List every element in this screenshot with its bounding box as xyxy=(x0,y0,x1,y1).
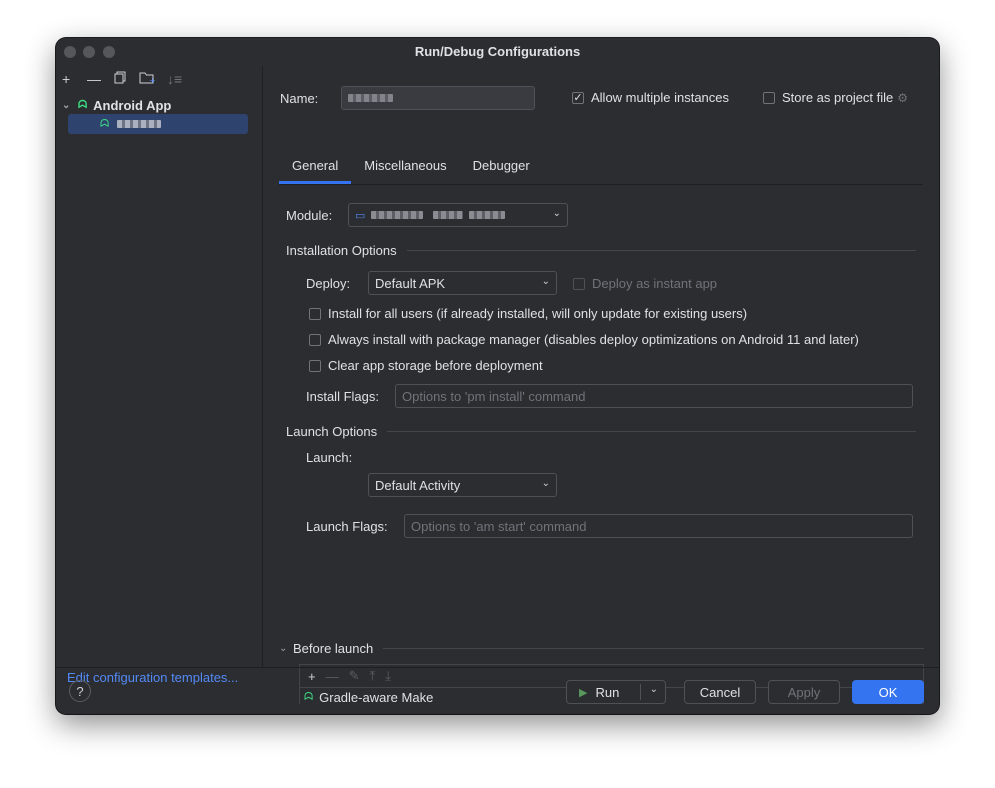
section-divider xyxy=(383,648,924,649)
dialog-button-bar: ? ▶ Run ⌄ Cancel Apply OK xyxy=(56,667,939,714)
add-icon[interactable]: + xyxy=(62,71,70,87)
chevron-down-icon[interactable]: ⌄ xyxy=(553,208,561,219)
launch-label: Launch: xyxy=(306,450,353,465)
tree-configuration-item[interactable]: ᗣ xyxy=(68,114,248,134)
play-icon: ▶ xyxy=(579,686,588,699)
configuration-tree-panel: + — + ↓≡ ⌄ ᗣ Android App ᗣ Edit configur… xyxy=(56,66,263,685)
install-all-users-checkbox[interactable]: Install for all users (if already instal… xyxy=(309,306,747,321)
module-select[interactable]: ▭ ⌄ xyxy=(348,203,568,227)
gear-icon[interactable]: ⚙ xyxy=(897,91,908,105)
title-bar: Run/Debug Configurations xyxy=(56,38,939,66)
deploy-select[interactable]: Default APK ⌄ xyxy=(368,271,557,295)
installation-options-title: Installation Options xyxy=(286,243,397,258)
sort-icon[interactable]: ↓≡ xyxy=(167,71,182,87)
run-button[interactable]: ▶ Run ⌄ xyxy=(566,680,666,704)
launch-value: Default Activity xyxy=(375,477,461,493)
checkbox-box[interactable] xyxy=(573,277,585,290)
redacted-module-part xyxy=(469,211,506,219)
module-label: Module: xyxy=(286,208,333,223)
deploy-instant-app-checkbox[interactable]: Deploy as instant app xyxy=(573,276,717,291)
allow-multiple-instances-checkbox[interactable]: ✓ Allow multiple instances xyxy=(572,90,729,105)
tab-debugger[interactable]: Debugger xyxy=(460,152,543,182)
launch-flags-label: Launch Flags: xyxy=(306,519,388,534)
install-flags-placeholder: Options to 'pm install' command xyxy=(402,388,586,404)
install-all-users-label: Install for all users (if already instal… xyxy=(328,306,748,321)
redacted-module-part xyxy=(371,211,424,219)
before-launch-title: Before launch xyxy=(293,641,374,656)
configuration-editor: Name: ✓ Allow multiple instances Store a… xyxy=(263,66,939,705)
cancel-button[interactable]: Cancel xyxy=(684,680,756,704)
chevron-down-icon[interactable]: ⌄ xyxy=(279,643,289,654)
name-field[interactable] xyxy=(341,86,535,110)
store-as-project-file-checkbox[interactable]: Store as project file ⚙ xyxy=(763,90,908,105)
chevron-down-icon[interactable]: ⌄ xyxy=(62,100,72,111)
installation-options-section: Installation Options xyxy=(286,243,916,258)
chevron-down-icon[interactable]: ⌄ xyxy=(542,478,550,489)
store-as-project-file-label: Store as project file xyxy=(782,90,894,105)
svg-text:+: + xyxy=(149,76,155,84)
section-divider xyxy=(406,250,916,251)
tree-android-app-label: Android App xyxy=(93,97,172,113)
new-folder-icon[interactable]: + xyxy=(139,71,156,87)
chevron-down-icon[interactable]: ⌄ xyxy=(650,684,658,695)
redacted-module-part xyxy=(433,211,464,219)
deploy-value: Default APK xyxy=(375,275,446,291)
before-launch-section[interactable]: ⌄ Before launch xyxy=(279,641,924,656)
install-flags-label: Install Flags: xyxy=(306,389,379,404)
checkbox-box[interactable] xyxy=(309,333,321,346)
module-folder-icon: ▭ xyxy=(355,209,366,222)
ok-button[interactable]: OK xyxy=(852,680,924,704)
split-divider xyxy=(640,684,641,700)
name-label: Name: xyxy=(280,91,319,106)
section-divider xyxy=(387,431,916,432)
redacted-name-value xyxy=(348,94,393,102)
launch-options-section: Launch Options xyxy=(286,424,916,439)
launch-flags-placeholder: Options to 'am start' command xyxy=(411,518,587,534)
checkbox-box[interactable] xyxy=(309,359,321,372)
package-manager-label: Always install with package manager (dis… xyxy=(328,332,859,347)
tab-miscellaneous[interactable]: Miscellaneous xyxy=(351,152,459,182)
run-debug-dialog: Run/Debug Configurations + — + ↓≡ ⌄ ᗣ An… xyxy=(56,38,939,714)
help-button[interactable]: ? xyxy=(69,680,91,702)
tree-android-app[interactable]: ⌄ ᗣ Android App xyxy=(62,95,171,115)
deploy-label: Deploy: xyxy=(306,276,351,291)
run-button-label: Run xyxy=(595,684,620,700)
copy-icon[interactable] xyxy=(114,71,127,87)
checkbox-box[interactable] xyxy=(309,307,321,320)
apply-button[interactable]: Apply xyxy=(768,680,840,704)
tab-general[interactable]: General xyxy=(279,152,352,184)
chevron-down-icon[interactable]: ⌄ xyxy=(542,276,550,287)
launch-select[interactable]: Default Activity ⌄ xyxy=(368,473,557,497)
launch-flags-input[interactable]: Options to 'am start' command xyxy=(404,514,913,538)
window-title: Run/Debug Configurations xyxy=(414,44,581,59)
deploy-instant-app-label: Deploy as instant app xyxy=(592,276,718,291)
install-flags-input[interactable]: Options to 'pm install' command xyxy=(395,384,913,408)
package-manager-checkbox[interactable]: Always install with package manager (dis… xyxy=(309,332,859,347)
launch-options-title: Launch Options xyxy=(286,424,378,439)
clear-storage-label: Clear app storage before deployment xyxy=(328,358,543,373)
allow-multiple-instances-label: Allow multiple instances xyxy=(591,90,730,105)
checkmark-icon[interactable]: ✓ xyxy=(572,91,584,104)
checkbox-box[interactable] xyxy=(763,91,775,104)
android-icon: ᗣ xyxy=(100,117,110,130)
redacted-config-name xyxy=(117,120,162,128)
android-icon: ᗣ xyxy=(78,98,88,111)
tab-bar: General Miscellaneous Debugger xyxy=(279,152,543,184)
tab-divider xyxy=(279,184,923,185)
remove-icon[interactable]: — xyxy=(87,71,101,87)
clear-storage-checkbox[interactable]: Clear app storage before deployment xyxy=(309,358,543,373)
